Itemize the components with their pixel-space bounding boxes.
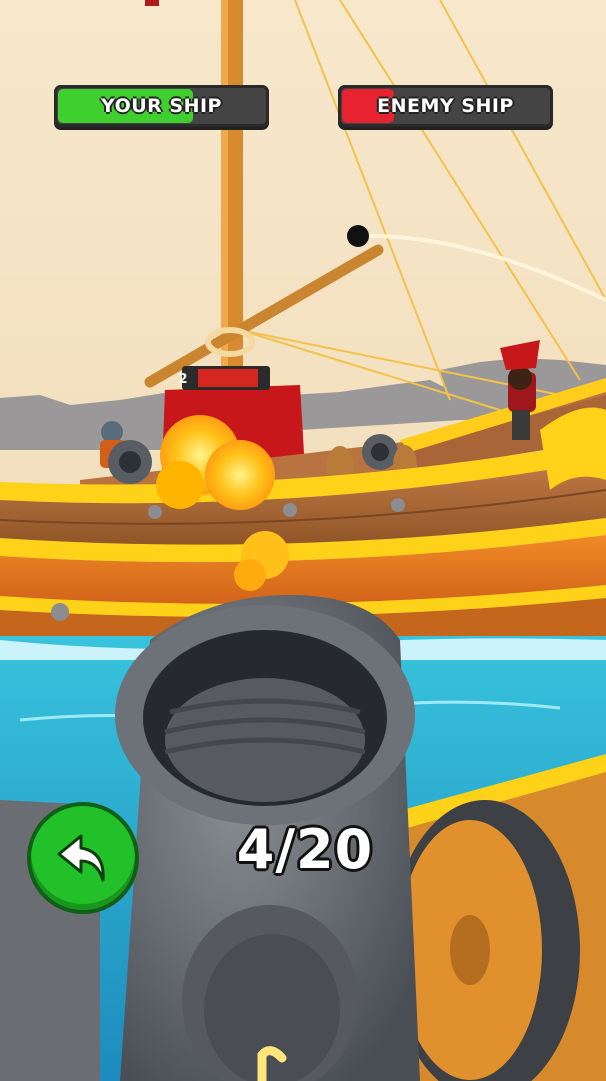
undo-button[interactable]	[27, 802, 139, 914]
pennant	[145, 0, 159, 6]
enemy-ship-label: ENEMY SHIP	[377, 95, 514, 117]
enemy-ship-health-bar: ENEMY SHIP	[338, 85, 553, 127]
ammo-counter: 4/20	[236, 818, 374, 881]
your-ship-label: YOUR SHIP	[101, 95, 222, 117]
cannonball	[347, 225, 369, 247]
enemy-level-badge: 2	[178, 372, 188, 387]
your-ship-health-bar: YOUR SHIP	[54, 85, 269, 127]
game-scene	[0, 0, 606, 1081]
undo-arrow-icon	[57, 834, 105, 882]
enemy-health-fill	[198, 369, 258, 387]
